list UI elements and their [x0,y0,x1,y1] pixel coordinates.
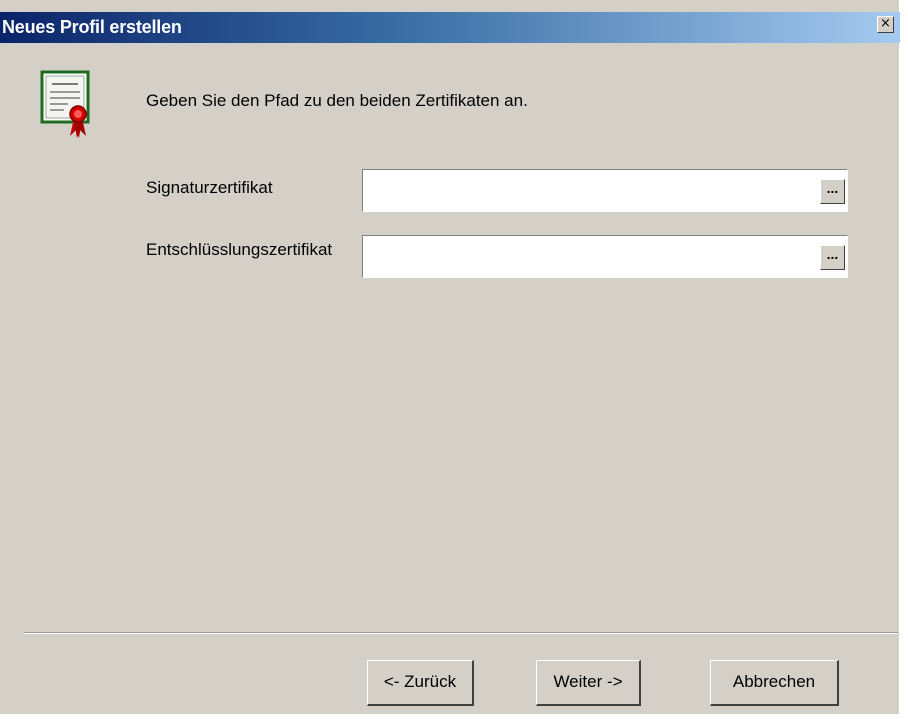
back-button[interactable]: <- Zurück [367,660,474,706]
close-icon: × [880,16,891,31]
dialog-window: Neues Profil erstellen × Geben Sie den P… [0,0,901,714]
certificate-icon [40,70,90,138]
signature-browse-button[interactable]: ... [820,179,845,204]
encryption-certificate-label: Entschlüsslungszertifikat [146,240,333,259]
signature-certificate-input[interactable] [363,170,803,210]
title-bar: Neues Profil erstellen × [0,12,900,43]
signature-certificate-field[interactable]: ... [362,169,848,212]
close-button[interactable]: × [877,16,894,33]
signature-certificate-label: Signaturzertifikat [146,178,273,197]
encryption-certificate-field[interactable]: ... [362,235,848,278]
encryption-certificate-input[interactable] [363,236,803,276]
window-title: Neues Profil erstellen [2,17,182,37]
encryption-browse-button[interactable]: ... [820,245,845,270]
cancel-button[interactable]: Abbrechen [710,660,839,706]
footer-separator [24,632,898,634]
instruction-text: Geben Sie den Pfad zu den beiden Zertifi… [146,91,528,110]
next-button[interactable]: Weiter -> [536,660,641,706]
